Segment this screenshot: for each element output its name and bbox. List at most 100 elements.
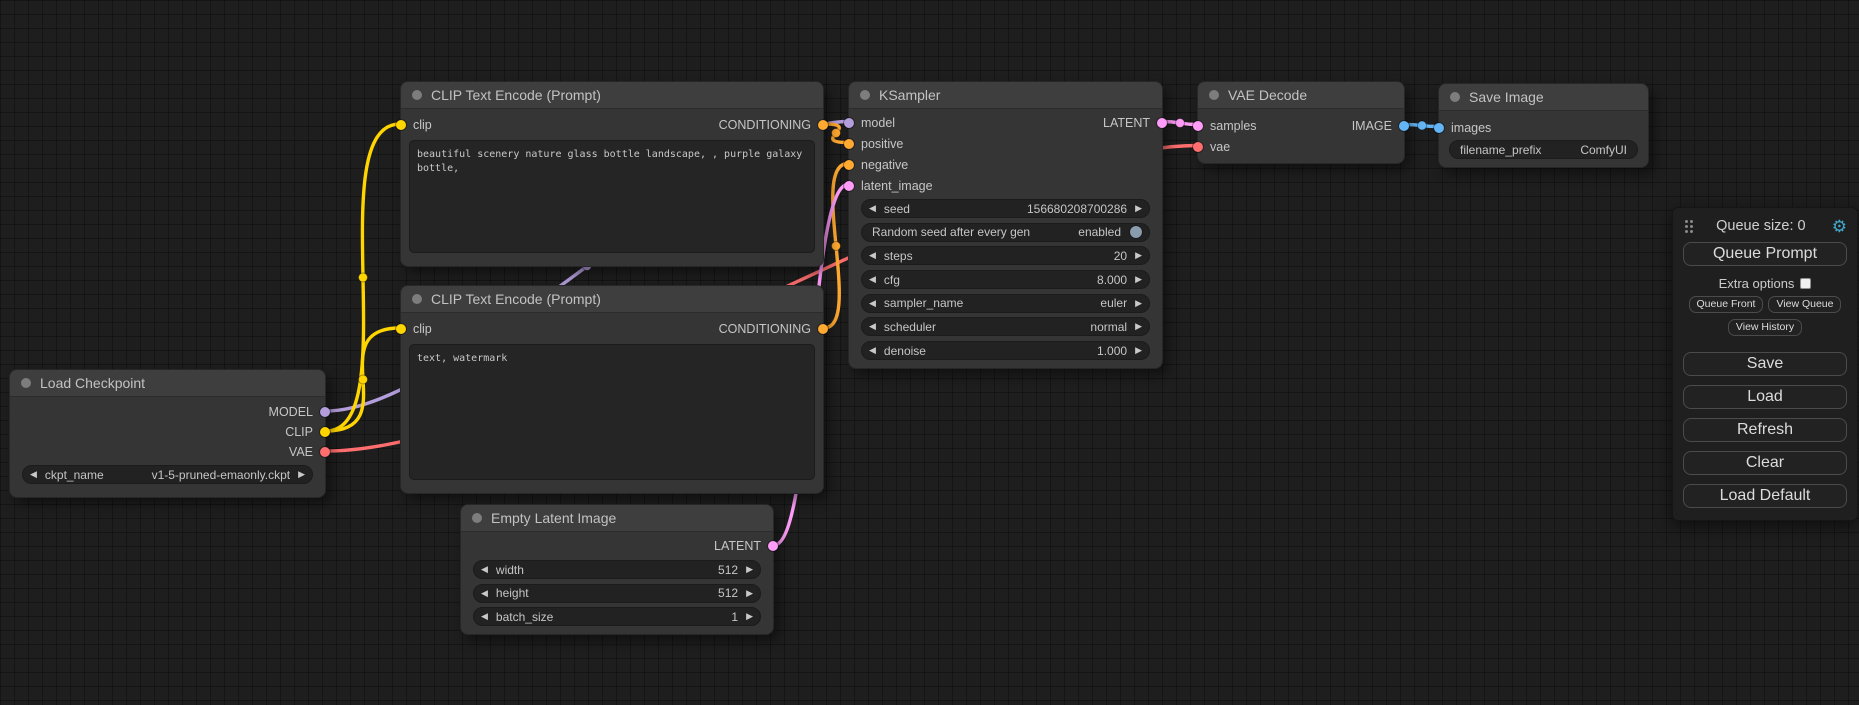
batch-size-widget[interactable]: ◀ batch_size 1 ▶ bbox=[473, 607, 761, 626]
node-titlebar[interactable]: CLIP Text Encode (Prompt) bbox=[401, 286, 823, 313]
increment-arrow-icon[interactable]: ▶ bbox=[1135, 346, 1142, 355]
node-titlebar[interactable]: Empty Latent Image bbox=[461, 505, 773, 532]
decrement-arrow-icon[interactable]: ◀ bbox=[869, 204, 876, 213]
queue-actions-row: Queue Front View Queue bbox=[1683, 296, 1847, 313]
decrement-arrow-icon[interactable]: ◀ bbox=[481, 612, 488, 621]
widget-value: normal bbox=[1090, 320, 1127, 334]
output-label: MODEL bbox=[269, 405, 313, 419]
queue-panel-header: Queue size: 0 ⚙ bbox=[1683, 216, 1847, 236]
prev-option-arrow-icon[interactable]: ◀ bbox=[869, 322, 876, 331]
refresh-button[interactable]: Refresh bbox=[1683, 418, 1847, 442]
positive-input-slot[interactable] bbox=[844, 139, 854, 149]
queue-panel[interactable]: Queue size: 0 ⚙ Queue Prompt Extra optio… bbox=[1672, 207, 1858, 521]
height-widget[interactable]: ◀ height 512 ▶ bbox=[473, 584, 761, 603]
samples-input-slot[interactable] bbox=[1193, 121, 1203, 131]
node-collapse-dot[interactable] bbox=[412, 294, 422, 304]
node-ksampler[interactable]: KSampler model LATENT positive negative … bbox=[848, 81, 1163, 369]
node-titlebar[interactable]: CLIP Text Encode (Prompt) bbox=[401, 82, 823, 109]
node-titlebar[interactable]: VAE Decode bbox=[1198, 82, 1404, 109]
negative-input-slot[interactable] bbox=[844, 160, 854, 170]
node-clip-text-encode-positive[interactable]: CLIP Text Encode (Prompt) clip CONDITION… bbox=[400, 81, 824, 267]
latent-output-slot[interactable] bbox=[1157, 118, 1167, 128]
graph-canvas[interactable]: Load Checkpoint MODEL CLIP VAE ◀ ckpt_na… bbox=[0, 0, 1859, 705]
widget-name: sampler_name bbox=[884, 296, 1092, 310]
output-slot-row: MODEL bbox=[10, 402, 325, 422]
node-titlebar[interactable]: Load Checkpoint bbox=[10, 370, 325, 397]
extra-options-checkbox[interactable] bbox=[1800, 278, 1811, 289]
node-collapse-dot[interactable] bbox=[412, 90, 422, 100]
load-button[interactable]: Load bbox=[1683, 385, 1847, 409]
decrement-arrow-icon[interactable]: ◀ bbox=[481, 565, 488, 574]
seed-widget[interactable]: ◀ seed 156680208700286 ▶ bbox=[861, 199, 1150, 218]
save-button[interactable]: Save bbox=[1683, 352, 1847, 376]
clear-button[interactable]: Clear bbox=[1683, 451, 1847, 475]
decrement-arrow-icon[interactable]: ◀ bbox=[30, 470, 37, 479]
view-queue-button[interactable]: View Queue bbox=[1768, 296, 1841, 313]
decrement-arrow-icon[interactable]: ◀ bbox=[481, 589, 488, 598]
link-midpoint-dot bbox=[832, 242, 841, 251]
conditioning-output-slot[interactable] bbox=[818, 120, 828, 130]
node-titlebar[interactable]: KSampler bbox=[849, 82, 1162, 109]
negative-prompt-textarea[interactable]: text, watermark bbox=[409, 344, 815, 480]
increment-arrow-icon[interactable]: ▶ bbox=[1135, 275, 1142, 284]
cfg-widget[interactable]: ◀ cfg 8.000 ▶ bbox=[861, 270, 1150, 289]
decrement-arrow-icon[interactable]: ◀ bbox=[869, 251, 876, 260]
node-collapse-dot[interactable] bbox=[1450, 92, 1460, 102]
filename-prefix-widget[interactable]: filename_prefix ComfyUI bbox=[1449, 140, 1638, 159]
sampler-name-widget[interactable]: ◀ sampler_name euler ▶ bbox=[861, 294, 1150, 313]
node-titlebar[interactable]: Save Image bbox=[1439, 84, 1648, 111]
load-default-button[interactable]: Load Default bbox=[1683, 484, 1847, 508]
vae-input-slot[interactable] bbox=[1193, 142, 1203, 152]
wire-latent-to-vae-decode bbox=[1163, 122, 1197, 125]
queue-prompt-button[interactable]: Queue Prompt bbox=[1683, 242, 1847, 266]
clip-input-slot[interactable] bbox=[396, 120, 406, 130]
node-save-image[interactable]: Save Image images filename_prefix ComfyU… bbox=[1438, 83, 1649, 168]
next-option-arrow-icon[interactable]: ▶ bbox=[1135, 299, 1142, 308]
widget-name: scheduler bbox=[884, 320, 1082, 334]
link-midpoint-dot bbox=[832, 129, 841, 138]
view-history-button[interactable]: View History bbox=[1728, 319, 1802, 336]
increment-arrow-icon[interactable]: ▶ bbox=[1135, 204, 1142, 213]
positive-prompt-textarea[interactable]: beautiful scenery nature glass bottle la… bbox=[409, 140, 815, 253]
node-collapse-dot[interactable] bbox=[860, 90, 870, 100]
toggle-state-icon[interactable] bbox=[1130, 226, 1142, 238]
prev-option-arrow-icon[interactable]: ◀ bbox=[869, 299, 876, 308]
increment-arrow-icon[interactable]: ▶ bbox=[746, 589, 753, 598]
node-collapse-dot[interactable] bbox=[21, 378, 31, 388]
node-clip-text-encode-negative[interactable]: CLIP Text Encode (Prompt) clip CONDITION… bbox=[400, 285, 824, 494]
decrement-arrow-icon[interactable]: ◀ bbox=[869, 346, 876, 355]
increment-arrow-icon[interactable]: ▶ bbox=[746, 565, 753, 574]
latent-output-slot[interactable] bbox=[768, 541, 778, 551]
latent-image-input-slot[interactable] bbox=[844, 181, 854, 191]
scheduler-widget[interactable]: ◀ scheduler normal ▶ bbox=[861, 317, 1150, 336]
image-output-slot[interactable] bbox=[1399, 121, 1409, 131]
drag-handle-icon[interactable] bbox=[1685, 220, 1688, 223]
next-option-arrow-icon[interactable]: ▶ bbox=[1135, 322, 1142, 331]
node-empty-latent-image[interactable]: Empty Latent Image LATENT ◀ width 512 ▶ … bbox=[460, 504, 774, 635]
images-input-slot[interactable] bbox=[1434, 123, 1444, 133]
clip-output-slot[interactable] bbox=[320, 427, 330, 437]
decrement-arrow-icon[interactable]: ◀ bbox=[869, 275, 876, 284]
width-widget[interactable]: ◀ width 512 ▶ bbox=[473, 560, 761, 579]
slot-row: clip CONDITIONING bbox=[401, 114, 823, 136]
model-output-slot[interactable] bbox=[320, 407, 330, 417]
node-load-checkpoint[interactable]: Load Checkpoint MODEL CLIP VAE ◀ ckpt_na… bbox=[9, 369, 326, 498]
node-collapse-dot[interactable] bbox=[472, 513, 482, 523]
random-seed-toggle-widget[interactable]: Random seed after every gen enabled bbox=[861, 223, 1150, 242]
model-input-slot[interactable] bbox=[844, 118, 854, 128]
increment-arrow-icon[interactable]: ▶ bbox=[1135, 251, 1142, 260]
node-vae-decode[interactable]: VAE Decode samples IMAGE vae bbox=[1197, 81, 1405, 164]
settings-gear-icon[interactable]: ⚙ bbox=[1832, 218, 1847, 235]
vae-output-slot[interactable] bbox=[320, 447, 330, 457]
queue-front-button[interactable]: Queue Front bbox=[1689, 296, 1764, 313]
node-collapse-dot[interactable] bbox=[1209, 90, 1219, 100]
steps-widget[interactable]: ◀ steps 20 ▶ bbox=[861, 246, 1150, 265]
increment-arrow-icon[interactable]: ▶ bbox=[298, 470, 305, 479]
clip-input-slot[interactable] bbox=[396, 324, 406, 334]
widget-name: cfg bbox=[884, 273, 1089, 287]
increment-arrow-icon[interactable]: ▶ bbox=[746, 612, 753, 621]
slot-row: samples IMAGE bbox=[1198, 115, 1404, 136]
ckpt-name-widget[interactable]: ◀ ckpt_name v1-5-pruned-emaonly.ckpt ▶ bbox=[22, 465, 313, 484]
denoise-widget[interactable]: ◀ denoise 1.000 ▶ bbox=[861, 341, 1150, 360]
conditioning-output-slot[interactable] bbox=[818, 324, 828, 334]
